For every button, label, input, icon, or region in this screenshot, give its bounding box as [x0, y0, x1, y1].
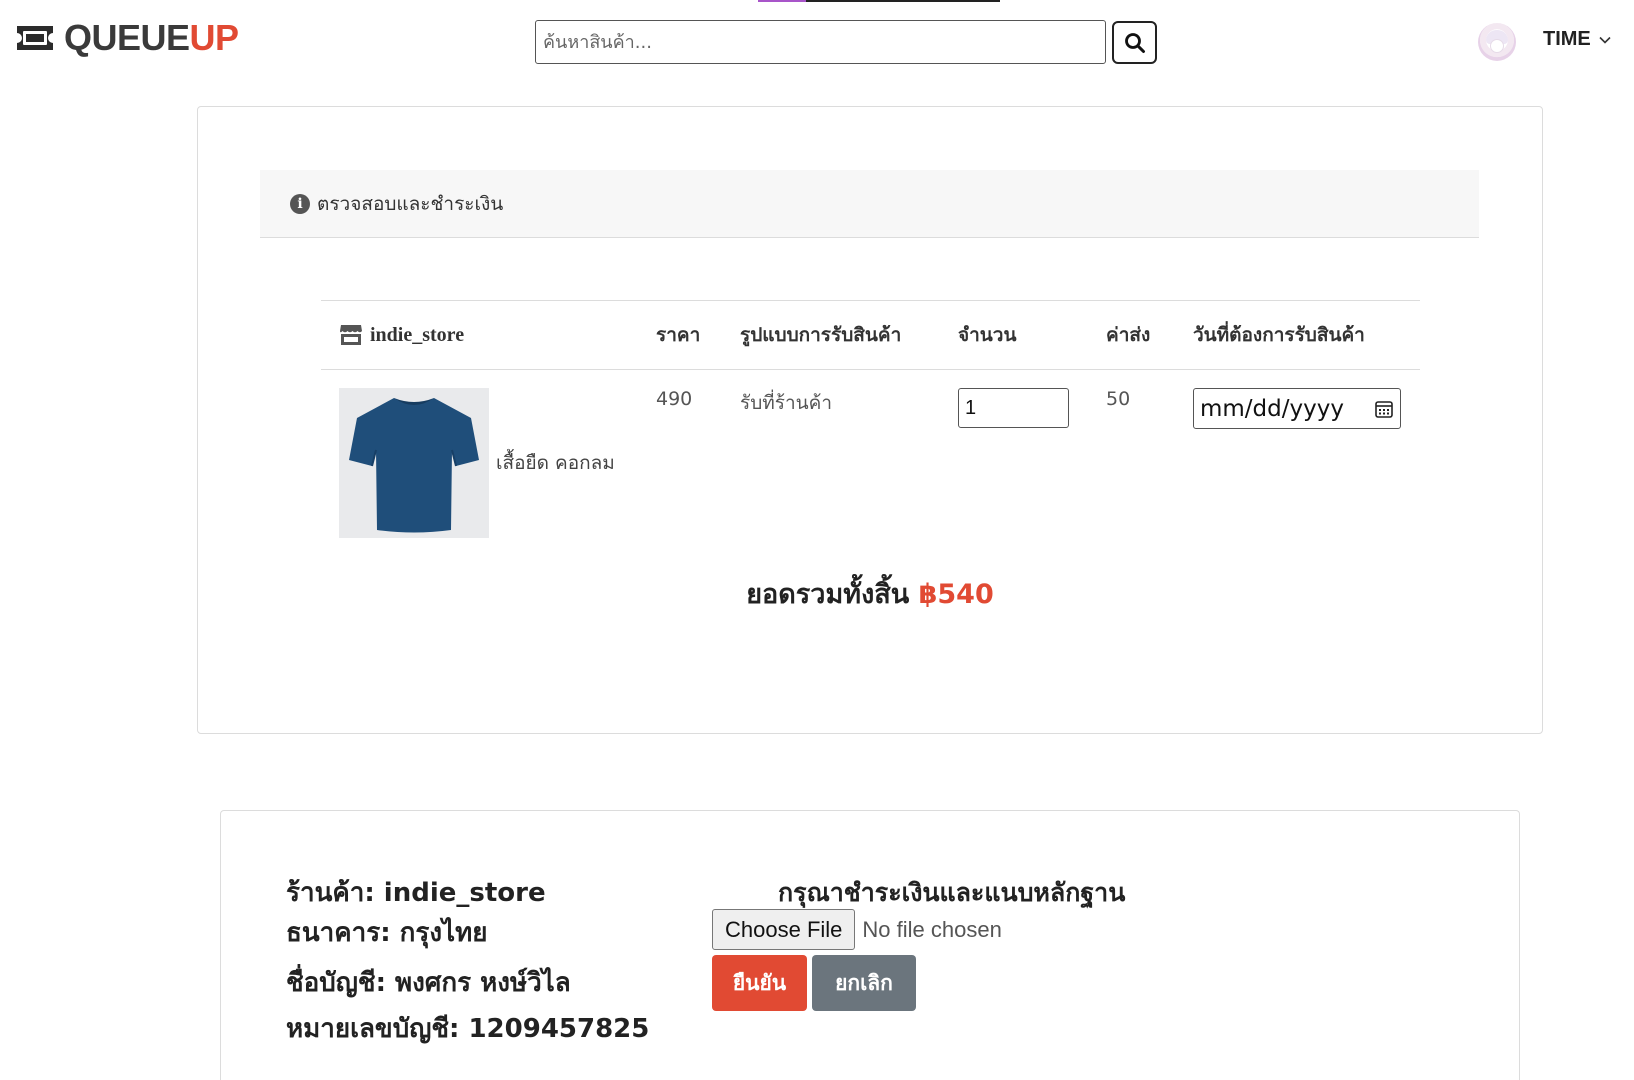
- avatar-face: [1490, 39, 1504, 53]
- shipping-fee: 50: [1106, 388, 1131, 410]
- brand-logo[interactable]: QUEUEUP: [14, 20, 239, 56]
- order-total: ยอดรวมทั้งสิ้น ฿540: [198, 572, 1542, 615]
- tshirt-image: [349, 398, 479, 533]
- total-label: ยอดรวมทั้งสิ้น: [746, 579, 910, 610]
- store-column-header: indie_store: [321, 300, 656, 370]
- shipping-column-header: ค่าส่ง: [1106, 300, 1193, 370]
- search-input[interactable]: [535, 20, 1106, 64]
- payment-store-line: ร้านค้า: indie_store: [286, 878, 546, 908]
- brand-name-part1: QUEUE: [64, 17, 190, 58]
- user-menu-toggle[interactable]: TIME: [1543, 28, 1611, 51]
- confirm-button[interactable]: ยืนยัน: [712, 955, 807, 1011]
- product-cell: เสื้อยืด คอกลม: [321, 370, 656, 538]
- checkout-section-title: ตรวจสอบและชำระเงิน: [317, 192, 504, 215]
- delivery-method: รับที่ร้านค้า: [740, 392, 833, 414]
- checkout-card: i ตรวจสอบและชำระเงิน indie_store ราคา รู…: [197, 106, 1543, 734]
- top-navbar: QUEUEUP TIME: [0, 0, 1634, 84]
- total-amount: ฿540: [918, 579, 994, 610]
- bank-name-line: ธนาคาร: กรุงไทย: [286, 918, 488, 948]
- date-placeholder: mm/dd/yyyy: [1200, 395, 1344, 422]
- user-name: TIME: [1543, 28, 1591, 50]
- payment-card: ร้านค้า: indie_store ธนาคาร: กรุงไทย ชื่…: [220, 810, 1520, 1080]
- delivery-column-header: รูปแบบการรับสินค้า: [740, 300, 958, 370]
- calendar-icon[interactable]: [1374, 399, 1394, 419]
- store-icon: [340, 325, 362, 345]
- search-button[interactable]: [1112, 21, 1157, 64]
- top-accent-bar: [758, 0, 1000, 2]
- cart-item-row: เสื้อยืด คอกลม 490 รับที่ร้านค้า 50 mm/d…: [321, 370, 1420, 539]
- choose-file-button[interactable]: Choose File: [712, 909, 856, 950]
- search-icon: [1124, 32, 1145, 53]
- checkout-section-header: i ตรวจสอบและชำระเงิน: [260, 170, 1479, 238]
- account-name-line: ชื่อบัญชี: พงศกร หงษ์วิไล: [286, 968, 571, 998]
- payment-instruction: กรุณาชำระเงินและแนบหลักฐาน: [778, 878, 1126, 907]
- info-icon: i: [290, 193, 310, 214]
- file-status: No file chosen: [862, 916, 1002, 942]
- user-avatar[interactable]: [1478, 23, 1516, 61]
- slip-upload: Choose File No file chosen: [712, 909, 1002, 950]
- cancel-button[interactable]: ยกเลิก: [812, 955, 916, 1011]
- bank-info: ร้านค้า: indie_store ธนาคาร: กรุงไทย ชื่…: [286, 873, 649, 1049]
- chevron-down-icon: [1599, 36, 1611, 44]
- date-cell: mm/dd/yyyy: [1193, 370, 1420, 539]
- cart-table-header: indie_store ราคา รูปแบบการรับสินค้า จำนว…: [321, 300, 1420, 370]
- cart-table: indie_store ราคา รูปแบบการรับสินค้า จำนว…: [321, 300, 1420, 538]
- brand-name: QUEUEUP: [64, 20, 239, 56]
- quantity-cell: [958, 370, 1106, 539]
- date-column-header: วันที่ต้องการรับสินค้า: [1193, 300, 1420, 370]
- quantity-column-header: จำนวน: [958, 300, 1106, 370]
- ticket-icon: [17, 26, 53, 50]
- account-number-line: หมายเลขบัญชี: 1209457825: [286, 1014, 650, 1044]
- brand-name-part2: UP: [189, 17, 240, 58]
- price-column-header: ราคา: [656, 300, 740, 370]
- top-accent-segment: [758, 0, 806, 2]
- store-name: indie_store: [370, 323, 465, 346]
- product-price: 490: [656, 388, 693, 410]
- payment-actions: ยืนยัน ยกเลิก: [712, 955, 916, 1011]
- product-image: [339, 388, 489, 538]
- product-name[interactable]: เสื้อยืด คอกลม: [496, 448, 615, 478]
- pickup-date-input[interactable]: mm/dd/yyyy: [1193, 388, 1401, 429]
- quantity-input[interactable]: [958, 388, 1069, 428]
